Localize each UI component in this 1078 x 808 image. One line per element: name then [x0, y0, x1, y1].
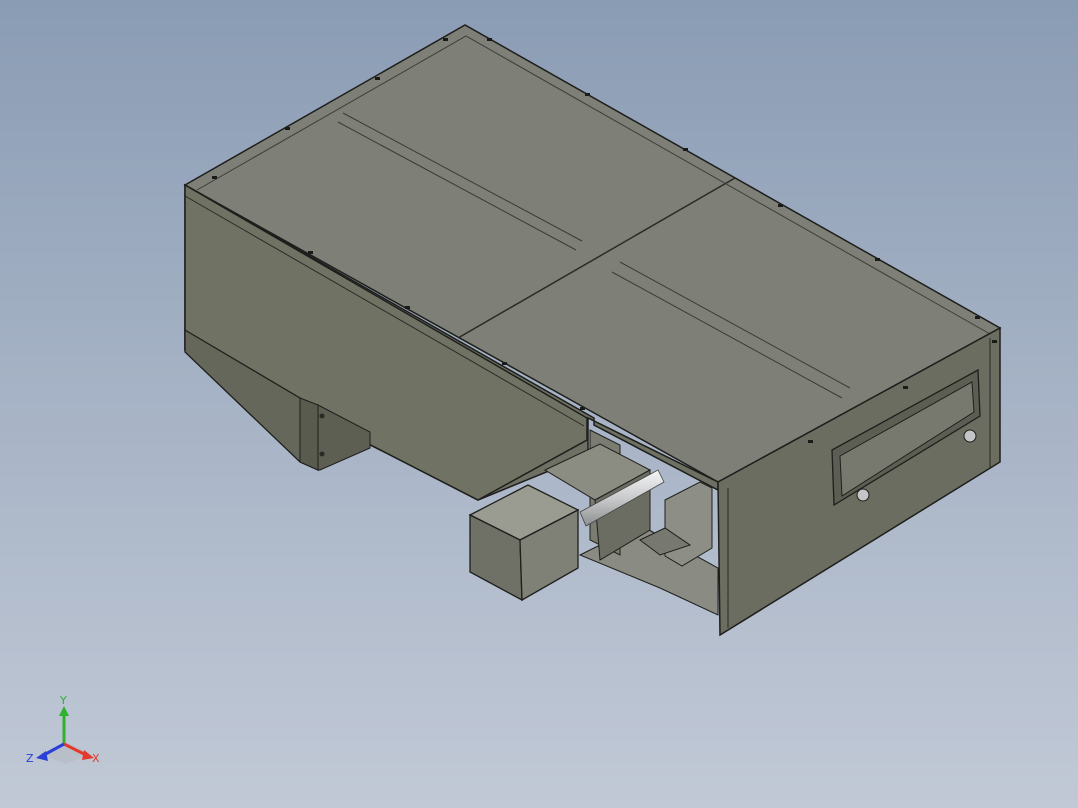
- model-view-svg[interactable]: [0, 0, 1078, 808]
- z-axis-label: Z: [26, 752, 34, 765]
- enclosure-assembly[interactable]: [183, 0, 1002, 637]
- panel-connector[interactable]: [856, 488, 870, 502]
- coordinate-triad[interactable]: Y X Z: [24, 694, 108, 772]
- actuator-body[interactable]: [664, 481, 713, 567]
- cad-graphics-viewport[interactable]: Y X Z: [0, 0, 1078, 808]
- bracket-front: [299, 397, 319, 471]
- bracket-hole: [319, 413, 325, 419]
- bracket-hole: [319, 451, 325, 457]
- y-axis-label: Y: [59, 694, 67, 707]
- z-axis-head: [36, 751, 48, 761]
- y-axis-head: [59, 706, 69, 716]
- x-axis-label: X: [92, 752, 100, 765]
- panel-connector[interactable]: [963, 429, 977, 443]
